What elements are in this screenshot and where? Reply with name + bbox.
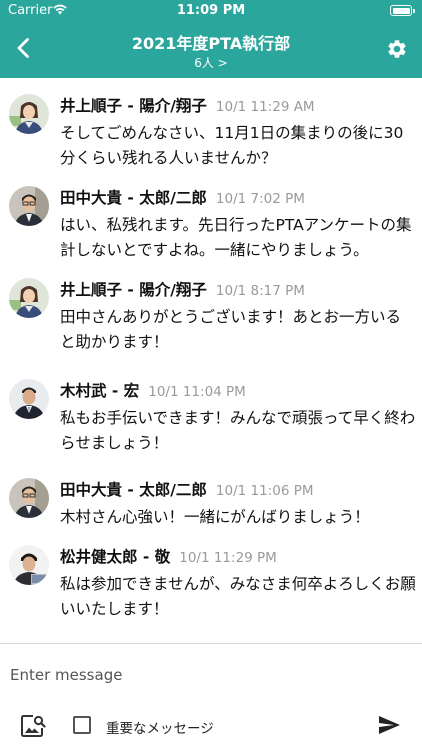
message-text: 私もお手伝いできます！みんなで頑張って早く終わらせましょう！ xyxy=(60,409,416,452)
clock: 11:09 PM xyxy=(176,3,246,18)
author-name: 田中大貴 - 太郎/二郎 xyxy=(60,481,207,499)
message-header: 松井健太郎 - 敬 10/1 11:29 PM xyxy=(60,545,277,567)
avatar[interactable] xyxy=(9,186,49,226)
avatar-man-glasses-icon xyxy=(9,478,49,518)
message-header: 田中大貴 - 太郎/二郎 10/1 11:06 PM xyxy=(60,478,313,500)
author-name: 井上順子 - 陽介/翔子 xyxy=(60,281,207,299)
message-header: 井上順子 - 陽介/翔子 10/1 11:29 AM xyxy=(60,94,315,116)
author-name: 井上順子 - 陽介/翔子 xyxy=(60,97,207,115)
avatar[interactable] xyxy=(9,278,49,318)
composer-toolbar: 重要なメッセージ xyxy=(0,700,422,750)
avatar-man-laptop-icon xyxy=(9,545,49,585)
message-header: 田中大貴 - 太郎/二郎 10/1 7:02 PM xyxy=(60,186,305,208)
navigation-header: Carrier 11:09 PM 2021年度PTA執行部 6人 > xyxy=(0,0,422,78)
gear-icon[interactable] xyxy=(386,38,408,60)
message-header: 木村武 - 宏 10/1 11:04 PM xyxy=(60,379,246,401)
avatar[interactable] xyxy=(9,94,49,134)
message-text: 木村さん心強い！一緒にがんばりましょう！ xyxy=(60,508,370,526)
composer-divider xyxy=(0,643,422,644)
avatar[interactable] xyxy=(9,478,49,518)
author-name: 木村武 - 宏 xyxy=(60,382,140,400)
message-text: 田中さんありがとうございます！あとお一方いると助かります！ xyxy=(60,308,402,351)
message-timestamp: 10/1 7:02 PM xyxy=(215,191,305,207)
message-timestamp: 10/1 11:04 PM xyxy=(148,384,246,400)
message-input[interactable] xyxy=(0,655,422,695)
message-timestamp: 10/1 8:17 PM xyxy=(215,283,305,299)
message-list[interactable]: 井上順子 - 陽介/翔子 10/1 11:29 AM そしてごめんなさい、11月1… xyxy=(0,78,422,643)
message-timestamp: 10/1 11:29 AM xyxy=(215,99,315,115)
message-timestamp: 10/1 11:29 PM xyxy=(179,550,277,566)
image-search-icon[interactable] xyxy=(20,714,46,738)
message-timestamp: 10/1 11:06 PM xyxy=(215,483,314,499)
message-text: 私は参加できませんが、みなさま何卒よろしくお願いいたします！ xyxy=(60,575,416,618)
send-icon[interactable] xyxy=(376,713,402,737)
group-title: 2021年度PTA執行部 xyxy=(131,34,291,53)
author-name: 田中大貴 - 太郎/二郎 xyxy=(60,189,207,207)
message-text: はい、私残れます。先日行ったPTAアンケートの集計しないとですよね。一緒にやりま… xyxy=(60,216,412,259)
avatar[interactable] xyxy=(9,379,49,419)
avatar[interactable] xyxy=(9,545,49,585)
avatar-man-glasses-icon xyxy=(9,186,49,226)
avatar-woman-icon xyxy=(9,94,49,134)
important-checkbox[interactable] xyxy=(73,716,91,734)
message-header: 井上順子 - 陽介/翔子 10/1 8:17 PM xyxy=(60,278,305,300)
important-label: 重要なメッセージ xyxy=(106,721,214,737)
author-name: 松井健太郎 - 敬 xyxy=(60,548,171,566)
status-bar: Carrier 11:09 PM xyxy=(0,0,422,22)
message-text: そしてごめんなさい、11月1日の集まりの後に30分くらい残れる人いませんか？ xyxy=(60,124,404,167)
member-count-link[interactable]: 6人 > xyxy=(0,54,422,71)
avatar-woman-icon xyxy=(9,278,49,318)
battery-icon xyxy=(390,5,415,16)
avatar-man-suit-icon xyxy=(9,379,49,419)
